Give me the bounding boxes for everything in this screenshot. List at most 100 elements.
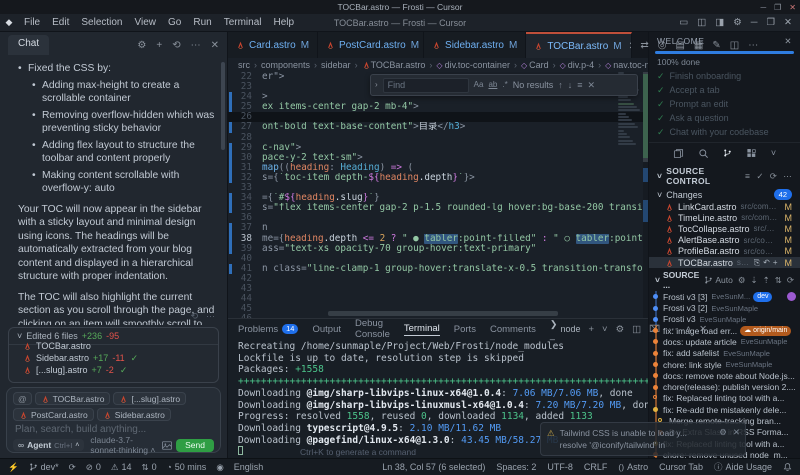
- changed-file-row[interactable]: AlertBase.astrosrc/compone...M: [649, 235, 800, 246]
- attach-image-icon[interactable]: [162, 441, 172, 450]
- menu-run[interactable]: Run: [187, 17, 217, 28]
- status-item[interactable]: ⟳: [69, 462, 76, 473]
- new-terminal-icon[interactable]: +: [588, 324, 594, 335]
- tab-card-astro[interactable]: Card.astroM: [228, 32, 318, 58]
- chevron-down-icon[interactable]: ˅: [771, 148, 776, 159]
- status-item[interactable]: [783, 462, 792, 472]
- code-line[interactable]: 42: [228, 274, 648, 284]
- toggle-replace-icon[interactable]: ›: [375, 80, 378, 90]
- tab-sidebar-astro[interactable]: Sidebar.astroM: [424, 32, 526, 58]
- changed-file-row[interactable]: TocCollapse.astrosrc/compo...M: [649, 223, 800, 234]
- commit-row[interactable]: fix: Re-add the mistakenly dele...: [649, 404, 800, 415]
- match-case-icon[interactable]: Aa: [474, 80, 484, 90]
- status-item-0[interactable]: ⊘0: [86, 462, 101, 473]
- agent-mode-selector[interactable]: ∞ Agent Ctrl+I ˄: [13, 439, 84, 451]
- status-item-50-mins[interactable]: ◔50 mins: [167, 462, 207, 472]
- breadcrumb-item[interactable]: ◇Card: [521, 60, 549, 70]
- layout-left-icon[interactable]: ▭: [679, 17, 688, 28]
- add-context-button[interactable]: @: [13, 392, 32, 405]
- more-actions-icon[interactable]: ⋯: [748, 40, 758, 51]
- breadcrumb-item[interactable]: sidebar: [321, 60, 351, 70]
- status-item-english[interactable]: English: [234, 462, 264, 472]
- changed-file-row[interactable]: TimeLine.astrosrc/componen...M: [649, 212, 800, 223]
- commit-row[interactable]: Frosti v3 [2]EveSunMaple: [649, 302, 800, 313]
- model-selector[interactable]: claude-3.7-sonnet-thinking ˄: [90, 435, 156, 455]
- changes-header[interactable]: ˅ Changes 42: [649, 188, 800, 201]
- chat-input-box[interactable]: @TOCBar.astro[...slug].astroPostCard.ast…: [6, 387, 221, 453]
- restore-icon[interactable]: ❐: [774, 3, 781, 12]
- breadcrumb-item[interactable]: ◇div.toc-container: [436, 60, 510, 70]
- status-item-astro[interactable]: ()Astro: [618, 462, 648, 472]
- context-chip[interactable]: TOCBar.astro: [35, 392, 111, 405]
- layout-panel-icon[interactable]: ◫: [697, 17, 706, 28]
- source-control-header[interactable]: ˅ SOURCE CONTROL ≡✓⟳⋯: [649, 163, 800, 188]
- scm-graph-header[interactable]: ˅ SOURCE ... Auto⚙⇣⇡⇅⟳: [649, 268, 800, 291]
- code-line[interactable]: 28: [228, 133, 648, 143]
- code-line[interactable]: 26: [228, 112, 648, 122]
- code-editor[interactable]: 22er">2324>25ex items-center gap-2 mb-4"…: [228, 72, 648, 318]
- view-as-list-icon[interactable]: ≡: [745, 171, 750, 182]
- refresh-icon[interactable]: ⟳: [787, 275, 794, 286]
- panel-tab-terminal[interactable]: Terminal: [404, 323, 440, 336]
- menu-edit[interactable]: Edit: [46, 17, 75, 28]
- commit-row[interactable]: docs: remove note about Node.js...: [649, 370, 800, 381]
- menu-terminal[interactable]: Terminal: [218, 17, 268, 28]
- code-line[interactable]: 31map((heading: Heading) => (: [228, 163, 648, 173]
- tab-postcard-astro[interactable]: PostCard.astroM: [318, 32, 424, 58]
- status-item-14[interactable]: ⚠14: [111, 462, 132, 473]
- status-item-utf-8[interactable]: UTF-8: [547, 462, 573, 472]
- extensions-icon[interactable]: [746, 148, 757, 159]
- panel-tab-debug-console[interactable]: Debug Console: [355, 318, 390, 340]
- settings-gear-icon[interactable]: ⚙: [733, 17, 742, 28]
- code-line[interactable]: 27ont-bold text-base-content">目录</h3>: [228, 122, 648, 132]
- commit-row[interactable]: chore(release): publish version 2....: [649, 382, 800, 393]
- code-line[interactable]: 29c-nav">: [228, 143, 648, 153]
- commit-row[interactable]: Frosti v3 [3]EveSunM...dev: [649, 291, 800, 302]
- changed-file-row[interactable]: LinkCard.astrosrc/componen...M: [649, 201, 800, 212]
- panel-tab-comments[interactable]: Comments: [490, 324, 536, 335]
- code-line[interactable]: 40: [228, 254, 648, 264]
- minimap[interactable]: [618, 72, 642, 318]
- code-line[interactable]: 35s="flex items-center gap-2 p-1.5 round…: [228, 203, 648, 213]
- pull-icon[interactable]: ⇣: [751, 275, 758, 286]
- close-icon[interactable]: ✕: [784, 36, 792, 47]
- edited-file-row[interactable]: Sidebar.astro+17-11✓: [9, 352, 218, 364]
- context-chip[interactable]: [...slug].astro: [113, 392, 186, 405]
- shell-selector[interactable]: ❯_node: [550, 319, 581, 340]
- eye-off-icon[interactable]: ◎: [658, 40, 667, 51]
- more-icon[interactable]: ⋯: [191, 40, 201, 51]
- code-line[interactable]: 41n class="line-clamp-1 group-hover:tran…: [228, 264, 648, 274]
- find-prev-icon[interactable]: ↑: [558, 80, 563, 90]
- status-item-0[interactable]: ⇅0: [142, 462, 157, 473]
- status-item-dev-[interactable]: dev*: [29, 462, 59, 472]
- retry-icon[interactable]: ⟲: [190, 310, 198, 324]
- find-next-icon[interactable]: ↓: [568, 80, 573, 90]
- status-item[interactable]: ⚡: [8, 462, 19, 473]
- compare-changes-icon[interactable]: ⇄: [640, 40, 648, 51]
- code-line[interactable]: 30pace-y-2 text-sm">: [228, 153, 648, 163]
- code-line[interactable]: 36: [228, 213, 648, 223]
- fetch-icon[interactable]: ⇅: [775, 275, 782, 286]
- more-icon[interactable]: ⋯: [206, 310, 215, 324]
- gear-icon[interactable]: ⚙: [738, 275, 746, 286]
- stage-changes-icon[interactable]: +: [773, 258, 778, 268]
- tab-chat[interactable]: Chat: [8, 35, 49, 55]
- commit-icon[interactable]: ✓: [756, 171, 763, 182]
- gear-icon[interactable]: ⚙: [616, 324, 625, 335]
- minimize-icon[interactable]: ─: [751, 17, 758, 28]
- new-chat-icon[interactable]: +: [156, 40, 162, 51]
- outline-icon[interactable]: ▤: [675, 40, 684, 51]
- send-button[interactable]: Send: [176, 439, 214, 452]
- chat-scrollbar[interactable]: [221, 62, 225, 150]
- changed-file-row[interactable]: ProfileBar.astrosrc/compone...M: [649, 246, 800, 257]
- find-close-icon[interactable]: ✕: [588, 80, 596, 90]
- status-item[interactable]: ◉: [216, 462, 223, 473]
- code-line[interactable]: 39ass="text-xs opacity-70 group-hover:te…: [228, 244, 648, 254]
- panel-tab-ports[interactable]: Ports: [454, 324, 476, 335]
- find-input[interactable]: [383, 78, 469, 93]
- vertical-scrollbar[interactable]: [643, 72, 648, 162]
- regex-icon[interactable]: .*: [502, 80, 507, 90]
- commit-row[interactable]: fix: add safelistEveSunMaple: [649, 348, 800, 359]
- panel-tab-output[interactable]: Output: [312, 324, 341, 335]
- chevron-down-icon[interactable]: ˅: [602, 324, 608, 335]
